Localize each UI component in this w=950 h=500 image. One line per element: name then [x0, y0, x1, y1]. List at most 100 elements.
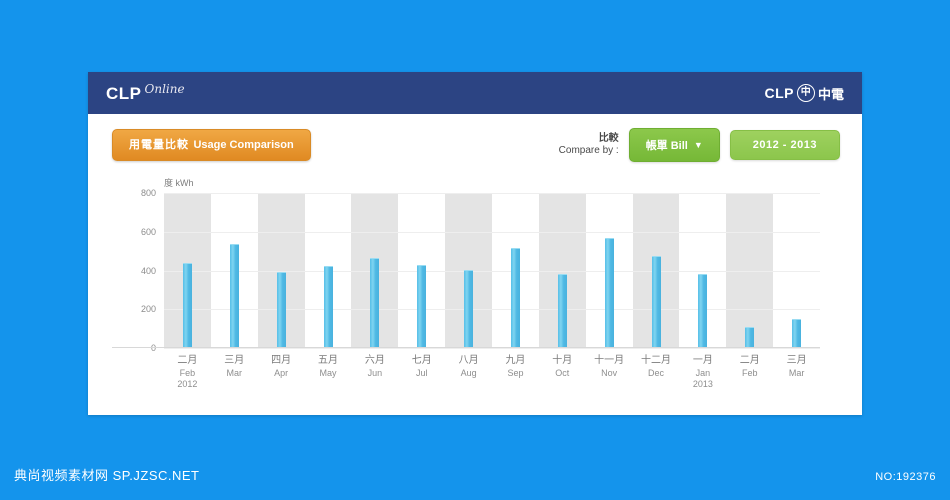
- chart-plot-area: 0 200 400 600 800: [112, 188, 820, 353]
- chart-bar[interactable]: [792, 318, 802, 348]
- x-tick-zh: 四月: [271, 355, 292, 366]
- x-axis-tick-label: 二月 Feb 2012: [164, 355, 211, 390]
- x-tick-year: 2013: [692, 378, 713, 389]
- chart-bar-cell[interactable]: [679, 193, 726, 348]
- chart-bar[interactable]: [651, 255, 661, 348]
- x-tick-zh: 二月: [739, 355, 760, 366]
- x-tick-zh: 十二月: [641, 355, 672, 366]
- x-tick-zh: 六月: [364, 355, 385, 366]
- watermark-left: 典尚视频素材网 SP.JZSC.NET: [14, 468, 200, 483]
- chart-gridline: [164, 348, 820, 349]
- x-tick-zh: 八月: [458, 355, 479, 366]
- usage-comparison-button[interactable]: 用電量比較 Usage Comparison: [112, 129, 311, 161]
- x-axis-tick-label: 一月 Jan 2013: [679, 355, 726, 390]
- chart-bar[interactable]: [464, 269, 474, 348]
- chart-bar-cell[interactable]: [539, 193, 586, 348]
- brand-circle-icon: 中: [796, 84, 815, 102]
- usage-comparison-label-en: Usage Comparison: [193, 139, 294, 152]
- x-tick-zh: 十月: [552, 355, 573, 366]
- compare-controls: 比較 Compare by : 帳單 Bill ▼ 2012 - 2013: [559, 128, 840, 162]
- clp-brand-logo: CLP 中 中電: [764, 84, 844, 103]
- chart-bar-cell[interactable]: [633, 193, 680, 348]
- chart-bar-cell[interactable]: [773, 193, 820, 348]
- x-tick-zh: 九月: [505, 355, 526, 366]
- chart-bar-cell[interactable]: [258, 193, 305, 348]
- y-axis-tick-label: 200: [140, 304, 156, 315]
- x-axis-tick-label: 十二月 Dec: [633, 355, 680, 390]
- x-tick-en: Mar: [226, 367, 243, 378]
- chart-bar-cell[interactable]: [211, 193, 258, 348]
- usage-comparison-label-zh: 用電量比較: [129, 139, 189, 152]
- x-tick-zh: 一月: [692, 355, 713, 366]
- x-tick-en: Jun: [367, 367, 383, 378]
- chart-bar[interactable]: [370, 258, 380, 348]
- logo-clp-text: CLP: [106, 83, 142, 103]
- compare-by-label-zh: 比較: [598, 133, 619, 144]
- clp-online-logo[interactable]: CLP Online: [106, 81, 185, 103]
- usage-comparison-panel: CLP Online CLP 中 中電 用電量比較 Usage Comparis…: [88, 72, 862, 415]
- x-tick-zh: 七月: [411, 355, 432, 366]
- x-axis-tick-label: 八月 Aug: [445, 355, 492, 390]
- chart-bar-cell[interactable]: [492, 193, 539, 348]
- y-axis-tick-label: 0: [150, 343, 156, 353]
- x-axis-tick-label: 四月 Apr: [258, 355, 305, 390]
- chart-bar[interactable]: [417, 265, 427, 348]
- compare-by-label-en: Compare by :: [558, 145, 619, 156]
- chart-bar-cell[interactable]: [586, 193, 633, 348]
- chart-toolbar: 用電量比較 Usage Comparison 比較 Compare by : 帳…: [88, 114, 862, 176]
- y-axis-ticks: 0 200 400 600 800: [112, 188, 156, 353]
- y-axis-tick-label: 800: [140, 188, 156, 198]
- app-titlebar: CLP Online CLP 中 中電: [88, 72, 862, 114]
- chart-bar-cell[interactable]: [305, 193, 352, 348]
- x-axis-tick-label: 三月 Mar: [773, 355, 820, 390]
- x-axis-tick-label: 七月 Jul: [398, 355, 445, 390]
- x-axis-tick-label: 六月 Jun: [351, 355, 398, 390]
- x-tick-zh: 十一月: [594, 355, 625, 366]
- chart-bar-cell[interactable]: [445, 193, 492, 348]
- x-tick-en: Apr: [274, 367, 289, 378]
- chart-bar[interactable]: [698, 274, 708, 348]
- chart-bar-cell[interactable]: [726, 193, 773, 348]
- y-axis-unit-label: 度 kWh: [164, 178, 194, 188]
- x-tick-zh: 三月: [786, 355, 807, 366]
- x-axis-tick-label: 五月 May: [305, 355, 352, 390]
- x-tick-zh: 五月: [318, 355, 338, 366]
- x-tick-en: Dec: [648, 367, 665, 378]
- x-tick-en: Jul: [415, 367, 428, 378]
- chart-bar[interactable]: [229, 244, 239, 348]
- x-tick-en: Sep: [507, 367, 524, 378]
- chart-bar[interactable]: [510, 248, 520, 348]
- x-tick-en: Aug: [460, 367, 477, 378]
- x-tick-en: Feb: [179, 367, 196, 378]
- chart-bar[interactable]: [604, 237, 614, 348]
- chart-bar-cell[interactable]: [351, 193, 398, 348]
- x-tick-en: Oct: [555, 367, 570, 378]
- chart-bar[interactable]: [323, 265, 333, 348]
- compare-by-select-value: 帳單 Bill: [645, 140, 688, 152]
- chart-bar[interactable]: [745, 326, 755, 348]
- chart-bar[interactable]: [182, 262, 192, 348]
- chart-bar-cell[interactable]: [164, 193, 211, 348]
- x-axis-tick-label: 十月 Oct: [539, 355, 586, 390]
- chart-baseline: [112, 347, 820, 348]
- x-axis-tick-label: 九月 Sep: [492, 355, 539, 390]
- x-tick-year: 2012: [177, 378, 198, 389]
- chart-bar[interactable]: [557, 274, 567, 348]
- x-axis-tick-label: 三月 Mar: [211, 355, 258, 390]
- x-tick-zh: 三月: [224, 355, 245, 366]
- x-tick-en: Feb: [741, 367, 758, 378]
- x-tick-en: Nov: [601, 367, 618, 378]
- logo-online-text: Online: [144, 81, 185, 96]
- brand-chinese-text: 中電: [817, 86, 844, 102]
- compare-by-label: 比較 Compare by :: [559, 133, 619, 157]
- chart-bar-cell[interactable]: [398, 193, 445, 348]
- period-range-button[interactable]: 2012 - 2013: [729, 130, 840, 160]
- usage-chart: 度 kWh 0 200 400 600 800 二月 Feb 2012 三月 Mar 四月 Apr 五…: [88, 176, 862, 390]
- compare-by-select[interactable]: 帳單 Bill ▼: [628, 128, 720, 162]
- period-range-label: 2012 - 2013: [752, 139, 817, 151]
- y-axis-tick-label: 600: [140, 226, 156, 237]
- y-axis-tick-label: 400: [140, 265, 156, 276]
- x-tick-en: Mar: [788, 367, 805, 378]
- chart-bar[interactable]: [276, 271, 286, 348]
- x-axis-ticks: 二月 Feb 2012 三月 Mar 四月 Apr 五月 May 六月 Jun 七月 Jul 八月 Aug 九…: [164, 348, 820, 390]
